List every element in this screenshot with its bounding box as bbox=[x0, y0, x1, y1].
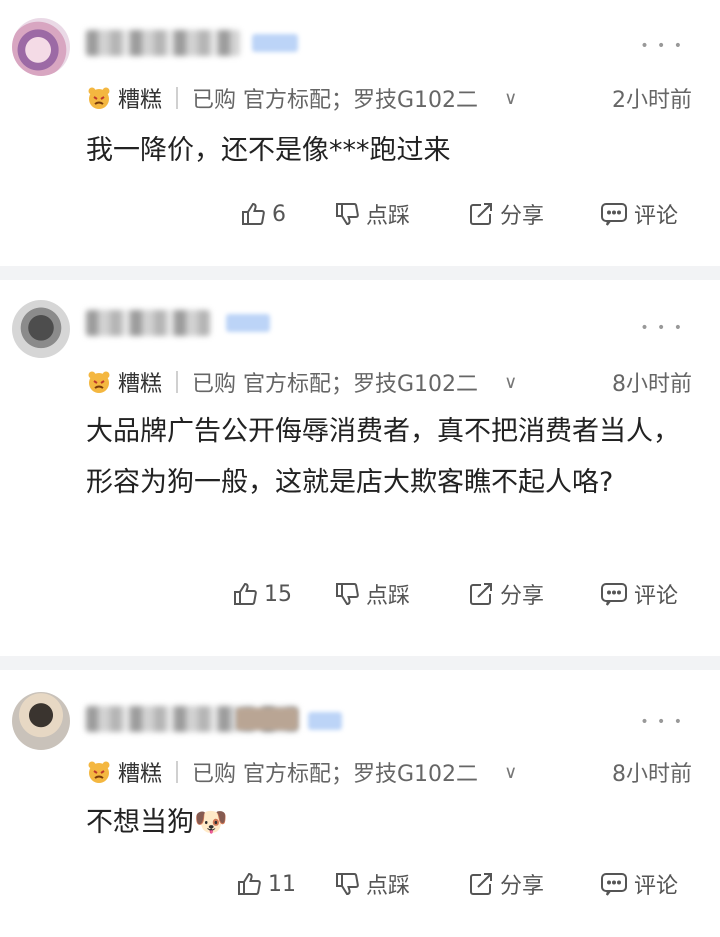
dislike-label: 点踩 bbox=[366, 874, 411, 899]
share-label: 分享 bbox=[500, 584, 545, 609]
chevron-down-icon[interactable]: ∨ bbox=[504, 88, 517, 109]
share-icon bbox=[470, 873, 492, 895]
dislike-label: 点踩 bbox=[366, 584, 411, 609]
thumbs-down-icon bbox=[336, 873, 359, 896]
reply-button[interactable]: 评论 bbox=[600, 866, 678, 902]
comment-bubble-icon bbox=[601, 873, 627, 896]
reply-button[interactable]: 评论 bbox=[600, 196, 678, 232]
comment-text: 大品牌广告公开侮辱消费者，真不把消费者当人，形容为狗一般，这就是店大欺客瞧不起人… bbox=[86, 416, 680, 498]
comment-text: 我一降价，还不是像***跑过来 bbox=[86, 135, 451, 166]
comment-text: 不想当狗🐶 bbox=[86, 807, 228, 838]
comment-label: 评论 bbox=[634, 874, 679, 899]
like-button[interactable]: 11 bbox=[236, 866, 296, 902]
comment-bubble-icon bbox=[601, 203, 627, 226]
more-options-icon[interactable]: • • • bbox=[640, 38, 684, 54]
thumbs-up-icon bbox=[238, 872, 261, 895]
meta-divider bbox=[176, 371, 179, 393]
blurred-user-tag bbox=[308, 712, 342, 730]
comment-time: 8小时前 bbox=[612, 372, 692, 397]
angry-bear-icon bbox=[86, 759, 112, 785]
share-icon bbox=[470, 203, 492, 225]
comment-separator bbox=[0, 656, 720, 670]
like-count: 15 bbox=[264, 581, 292, 607]
blurred-user-badge bbox=[252, 34, 298, 52]
purchase-info: 已购 官方标配；罗技G102二 bbox=[192, 762, 479, 787]
like-button[interactable]: 15 bbox=[232, 576, 292, 612]
share-button[interactable]: 分享 bbox=[468, 866, 544, 902]
comment-meta: 糟糕 已购 官方标配；罗技G102二 ∨ 2小时前 bbox=[86, 82, 692, 114]
avatar[interactable] bbox=[12, 692, 70, 750]
purchase-info: 已购 官方标配；罗技G102二 bbox=[192, 372, 479, 397]
share-button[interactable]: 分享 bbox=[468, 196, 544, 232]
chevron-down-icon[interactable]: ∨ bbox=[504, 762, 517, 783]
dislike-button[interactable]: 点踩 bbox=[334, 866, 410, 902]
user-level-label: 糟糕 bbox=[118, 372, 163, 397]
comment-card: • • • 糟糕 已购 官方标配；罗技G102二 ∨ 8小时前 不想当狗🐶 11… bbox=[0, 670, 720, 937]
more-options-icon[interactable]: • • • bbox=[640, 320, 684, 336]
thumbs-up-icon bbox=[242, 202, 265, 225]
share-icon bbox=[470, 583, 492, 605]
blurred-user-badge bbox=[236, 708, 298, 730]
share-label: 分享 bbox=[500, 204, 545, 229]
user-level-label: 糟糕 bbox=[118, 88, 163, 113]
share-label: 分享 bbox=[500, 874, 545, 899]
more-options-icon[interactable]: • • • bbox=[640, 714, 684, 730]
blurred-username[interactable] bbox=[86, 310, 210, 336]
thumbs-down-icon bbox=[336, 583, 359, 606]
comment-label: 评论 bbox=[634, 204, 679, 229]
reply-button[interactable]: 评论 bbox=[600, 576, 678, 612]
action-bar: 6 点踩 分享 评论 bbox=[0, 196, 720, 232]
comment-meta: 糟糕 已购 官方标配；罗技G102二 ∨ 8小时前 bbox=[86, 366, 692, 398]
chevron-down-icon[interactable]: ∨ bbox=[504, 372, 517, 393]
comment-time: 2小时前 bbox=[612, 88, 692, 113]
angry-bear-icon bbox=[86, 369, 112, 395]
dislike-button[interactable]: 点踩 bbox=[334, 196, 410, 232]
meta-divider bbox=[176, 761, 179, 783]
action-bar: 15 点踩 分享 评论 bbox=[0, 576, 720, 612]
comment-bubble-icon bbox=[601, 583, 627, 606]
avatar[interactable] bbox=[12, 18, 70, 76]
like-button[interactable]: 6 bbox=[240, 196, 286, 232]
like-count: 6 bbox=[272, 201, 286, 227]
comment-label: 评论 bbox=[634, 584, 679, 609]
meta-divider bbox=[176, 87, 179, 109]
comment-time: 8小时前 bbox=[612, 762, 692, 787]
share-button[interactable]: 分享 bbox=[468, 576, 544, 612]
comment-card: • • • 糟糕 已购 官方标配；罗技G102二 ∨ 2小时前 我一降价，还不是… bbox=[0, 0, 720, 266]
blurred-user-badge bbox=[226, 314, 270, 332]
dislike-label: 点踩 bbox=[366, 204, 411, 229]
avatar[interactable] bbox=[12, 300, 70, 358]
user-level-label: 糟糕 bbox=[118, 762, 163, 787]
comment-card: • • • 糟糕 已购 官方标配；罗技G102二 ∨ 8小时前 大品牌广告公开侮… bbox=[0, 280, 720, 656]
comment-meta: 糟糕 已购 官方标配；罗技G102二 ∨ 8小时前 bbox=[86, 756, 692, 788]
comment-separator bbox=[0, 266, 720, 280]
like-count: 11 bbox=[268, 871, 296, 897]
action-bar: 11 点踩 分享 评论 bbox=[0, 866, 720, 902]
thumbs-up-icon bbox=[234, 582, 257, 605]
purchase-info: 已购 官方标配；罗技G102二 bbox=[192, 88, 479, 113]
dislike-button[interactable]: 点踩 bbox=[334, 576, 410, 612]
blurred-username[interactable] bbox=[86, 30, 240, 56]
angry-bear-icon bbox=[86, 85, 112, 111]
thumbs-down-icon bbox=[336, 203, 359, 226]
